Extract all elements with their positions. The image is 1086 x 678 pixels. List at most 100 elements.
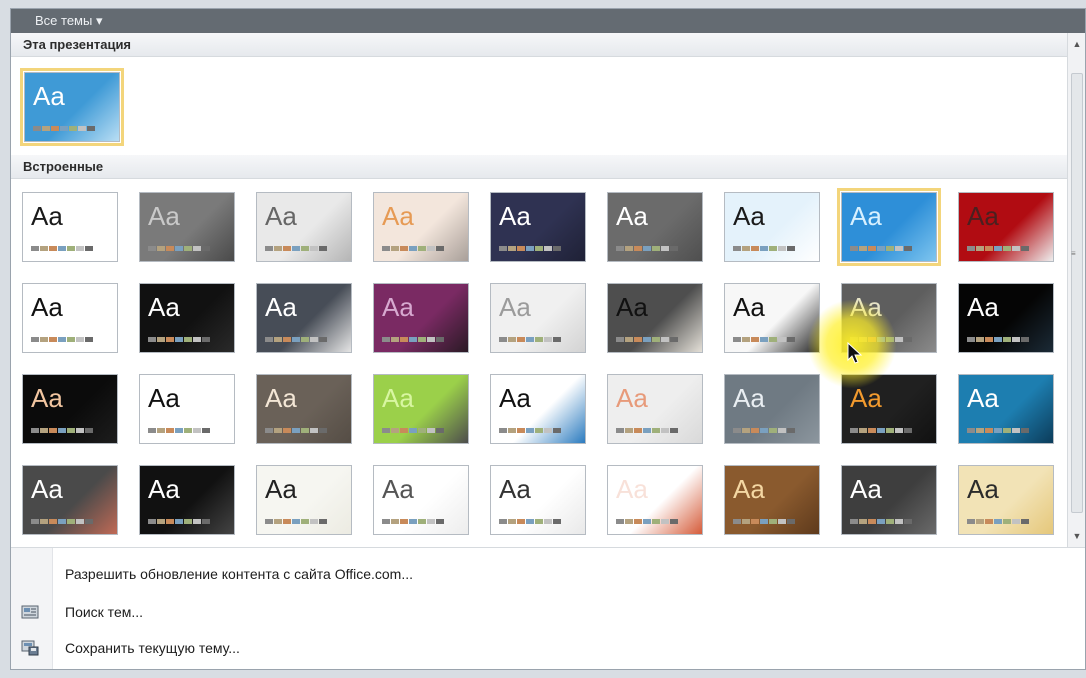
theme-color-swatches [616,428,678,433]
theme-sample-text: Aa [616,474,648,504]
themes-gallery: Все темы ▾ Эта презентация Aa Встроенные… [10,8,1086,670]
theme-sample-text: Aa [31,474,63,504]
menu-item-label: Сохранить текущую тему... [65,640,240,656]
theme-sample-text: Aa [733,383,765,413]
theme-color-swatches [148,246,210,251]
theme-thumbnail[interactable]: Aa [958,192,1054,262]
theme-thumbnail[interactable]: Aa [724,465,820,535]
theme-thumbnail[interactable]: Aa [607,374,703,444]
save-current-theme-button[interactable]: Сохранить текущую тему... [11,634,1085,664]
theme-sample-text: Aa [967,292,999,322]
theme-sample-text: Aa [616,201,648,231]
theme-thumbnail[interactable]: Aa [490,283,586,353]
theme-sample-text: Aa [148,292,180,322]
theme-thumbnail[interactable]: Aa [373,192,469,262]
theme-sample-text: Aa [850,383,882,413]
theme-thumbnail[interactable]: Aa [22,192,118,262]
theme-thumbnail[interactable]: Aa [139,283,235,353]
theme-sample-text: Aa [382,201,414,231]
gallery-title-bar[interactable]: Все темы ▾ [11,9,1085,33]
theme-thumbnail[interactable]: Aa [22,465,118,535]
theme-sample-text: Aa [499,292,531,322]
theme-color-swatches [148,428,210,433]
theme-sample-text: Aa [265,201,297,231]
theme-color-swatches [148,519,210,524]
theme-color-swatches [265,519,327,524]
theme-sample-text: Aa [616,383,648,413]
menu-item-label: Поиск тем... [65,604,144,620]
theme-thumbnail[interactable]: Aa [837,188,941,266]
theme-sample-text: Aa [31,201,63,231]
theme-thumbnail[interactable]: Aa [958,374,1054,444]
theme-thumbnail[interactable]: Aa [139,192,235,262]
theme-color-swatches [967,428,1029,433]
theme-color-swatches [850,519,912,524]
theme-sample-text: Aa [265,383,297,413]
theme-sample-text: Aa [733,292,765,322]
vertical-scrollbar[interactable]: ▲ ≡ ▼ [1067,33,1085,547]
theme-thumbnail[interactable]: Aa [139,465,235,535]
theme-thumbnail[interactable]: Aa [22,374,118,444]
scroll-thumb[interactable] [1071,73,1083,513]
theme-thumbnail[interactable]: Aa [256,374,352,444]
save-theme-icon [21,640,39,656]
all-themes-dropdown[interactable]: Все темы ▾ [35,13,102,29]
theme-thumbnail[interactable]: Aa [724,192,820,262]
theme-thumbnail[interactable]: Aa [139,374,235,444]
theme-thumbnail[interactable]: Aa [958,283,1054,353]
theme-thumbnail[interactable]: Aa [256,192,352,262]
theme-thumbnail[interactable]: Aa [373,283,469,353]
theme-color-swatches [616,337,678,342]
theme-sample-text: Aa [499,474,531,504]
browse-themes-button[interactable]: Поиск тем... [11,598,1085,628]
theme-thumbnail[interactable]: Aa [490,192,586,262]
theme-thumbnail[interactable]: Aa [256,283,352,353]
theme-thumbnail[interactable]: Aa [607,192,703,262]
theme-thumbnail[interactable]: Aa [256,465,352,535]
theme-color-swatches [265,337,327,342]
theme-sample-text: Aa [850,201,882,231]
theme-sample-text: Aa [499,201,531,231]
theme-thumbnail[interactable]: Aa [841,374,937,444]
theme-sample-text: Aa [499,383,531,413]
theme-color-swatches [967,519,1029,524]
theme-thumbnail[interactable]: Aa [607,465,703,535]
theme-color-swatches [382,519,444,524]
enable-office-content-updates[interactable]: Разрешить обновление контента с сайта Of… [11,560,1085,590]
theme-color-swatches [499,428,561,433]
theme-sample-text: Aa [31,383,63,413]
theme-sample-text: Aa [265,292,297,322]
gallery-footer-menu: Разрешить обновление контента с сайта Of… [11,547,1085,669]
current-theme-thumbnail[interactable]: Aa [20,68,124,146]
theme-thumbnail[interactable]: Aa [607,283,703,353]
theme-sample-text: Aa [967,383,999,413]
theme-color-swatches [733,428,795,433]
theme-thumbnail[interactable]: Aa [373,374,469,444]
theme-color-swatches [850,246,912,251]
theme-thumbnail[interactable]: Aa [22,283,118,353]
theme-color-swatches [499,246,561,251]
theme-thumbnail[interactable]: Aa [373,465,469,535]
theme-thumbnail[interactable]: Aa [724,283,820,353]
theme-color-swatches [382,337,444,342]
section-builtin: Встроенные [11,155,1069,179]
theme-thumbnail[interactable]: Aa [490,374,586,444]
scroll-down-icon[interactable]: ▼ [1070,529,1084,543]
scroll-grip-icon: ≡ [1071,249,1076,258]
scroll-up-icon[interactable]: ▲ [1070,37,1084,51]
theme-sample-text: Aa [967,201,999,231]
theme-color-swatches [850,428,912,433]
theme-color-swatches [265,428,327,433]
theme-color-swatches [265,246,327,251]
theme-sample-text: Aa [148,201,180,231]
theme-thumbnail[interactable]: Aa [490,465,586,535]
theme-color-swatches [31,337,93,342]
theme-thumbnail[interactable]: Aa [958,465,1054,535]
theme-sample-text: Aa [616,292,648,322]
theme-thumbnail[interactable]: Aa [724,374,820,444]
menu-item-label: Разрешить обновление контента с сайта Of… [65,566,414,582]
theme-color-swatches [499,337,561,342]
theme-color-swatches [733,246,795,251]
theme-sample-text: Aa [733,474,765,504]
theme-thumbnail[interactable]: Aa [841,465,937,535]
